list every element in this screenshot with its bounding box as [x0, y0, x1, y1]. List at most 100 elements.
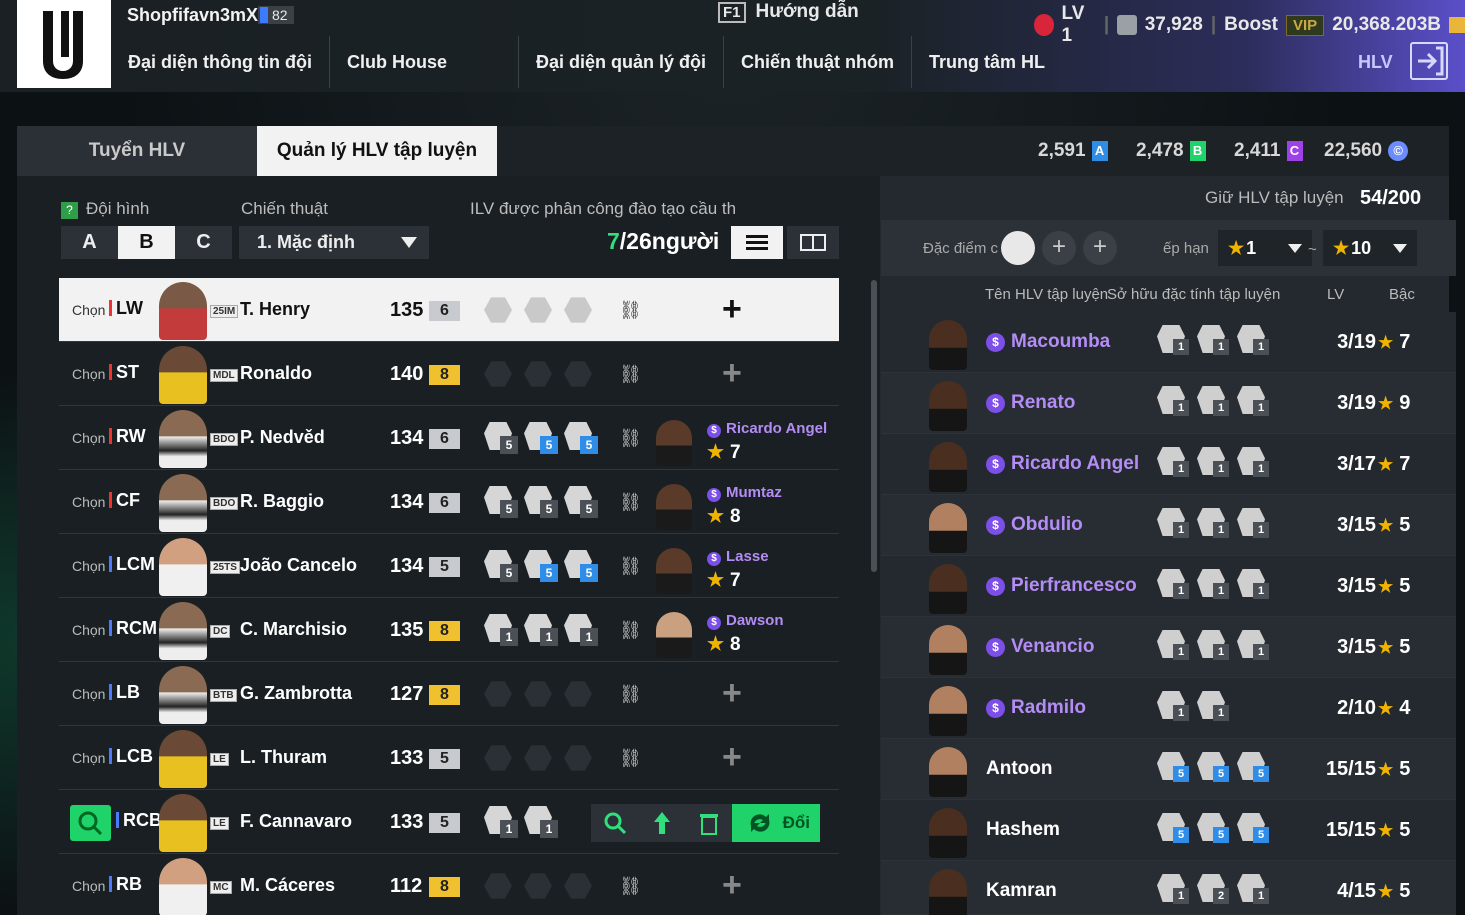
coach-row[interactable]: Antoon 5 5 5 15/15 ★ 5	[881, 739, 1456, 800]
coach-row[interactable]: Venancio1113/15★5	[881, 617, 1456, 678]
add-coach-button[interactable]: +	[722, 866, 742, 905]
coach-lv: 4/15	[1337, 880, 1376, 902]
coach-avatar	[929, 808, 967, 858]
add-coach-button[interactable]: +	[722, 738, 742, 777]
link-icon: ⛓	[619, 556, 642, 576]
player-name: T. Henry	[240, 299, 311, 319]
empty-trait-slot	[524, 745, 552, 771]
guide-label: Hướng dẫn	[755, 1, 859, 22]
trait-icon: 1	[1237, 630, 1275, 662]
menu-training-center[interactable]: Trung tâm HL	[912, 36, 1062, 88]
team-level-badge: 82	[258, 6, 294, 24]
coach-slot-value: 54/200	[1360, 187, 1422, 209]
player-ovr: 134	[390, 555, 424, 577]
position-label: CF	[109, 490, 140, 511]
help-icon[interactable]: ?	[61, 202, 78, 219]
season-badge: 25IM	[210, 305, 239, 318]
player-avatar	[159, 602, 207, 660]
search-button[interactable]	[70, 805, 111, 841]
swap-button[interactable]: Đổi	[732, 804, 820, 842]
coach-lv: 3/17	[1337, 453, 1376, 475]
empty-trait-slot	[564, 361, 592, 387]
empty-trait-slot	[564, 297, 592, 323]
tab-recruit-coach[interactable]: Tuyển HLV	[17, 126, 257, 176]
position-label: ST	[109, 362, 139, 383]
player-avatar	[159, 538, 207, 596]
formation-a[interactable]: A	[61, 226, 118, 259]
coach-row[interactable]: Obdulio1113/15★5	[881, 495, 1456, 556]
formation-c[interactable]: C	[175, 226, 232, 259]
player-avatar	[159, 282, 207, 340]
row-action-bar: Đổi	[591, 804, 821, 842]
choose-label: Chọn	[72, 558, 106, 574]
trait-icon: 1	[1197, 691, 1235, 723]
coach-rank: ★ 8	[707, 634, 741, 655]
menu-club-house[interactable]: Club House	[330, 36, 519, 88]
guide-button[interactable]: F1 Hướng dẫn	[718, 1, 859, 23]
main-menu: Đại diện thông tin đội Club House Đại di…	[111, 36, 1062, 88]
trait-icon: 5	[1157, 752, 1195, 784]
search-icon[interactable]	[591, 804, 638, 842]
trait-filter-icon[interactable]	[1001, 231, 1035, 265]
trait-icon: 1	[1157, 569, 1195, 601]
rank-from-select[interactable]: ★ 1	[1218, 230, 1312, 266]
chevron-down-icon	[1393, 244, 1407, 253]
add-trait-filter[interactable]: +	[1083, 231, 1117, 265]
trait-icon: 1	[1197, 447, 1235, 479]
player-name: P. Nedvěd	[240, 427, 325, 447]
add-coach-button[interactable]: +	[722, 354, 742, 393]
season-badge: BDO	[210, 497, 239, 510]
tactic-select[interactable]: 1. Mặc định	[239, 226, 429, 259]
choose-label: Chọn	[72, 750, 106, 766]
add-coach-button[interactable]: +	[722, 290, 742, 329]
tab-bar: Tuyển HLV Quản lý HLV tập luyện	[17, 126, 497, 176]
player-name: R. Baggio	[240, 491, 324, 511]
upgrade-icon[interactable]	[638, 804, 685, 842]
coach-row[interactable]: Pierfrancesco1113/15★5	[881, 556, 1456, 617]
coach-row[interactable]: Renato1113/19★9	[881, 373, 1456, 434]
choose-label: Chọn	[72, 430, 106, 446]
menu-tactics[interactable]: Chiến thuật nhóm	[724, 36, 912, 88]
player-row[interactable]: Chọn LW 25IM T. Henry 135 6 ⛓ +	[59, 278, 839, 342]
coach-row[interactable]: Hashem 5 5 5 15/15 ★ 5	[881, 800, 1456, 861]
player-row[interactable]: ChọnLCM 25TS João Cancelo1345 555 ⛓Lasse…	[59, 534, 839, 598]
formation-b[interactable]: B	[118, 226, 175, 259]
player-row[interactable]: Chọn ST MDL Ronaldo 140 8 ⛓ +	[59, 342, 839, 406]
exit-icon[interactable]	[1410, 42, 1448, 80]
menu-team-info[interactable]: Đại diện thông tin đội	[111, 36, 330, 88]
coach-rank: ★ 7	[707, 442, 741, 463]
col-traits: Sở hữu đặc tính tập luyện	[1107, 286, 1281, 303]
add-trait-filter[interactable]: +	[1042, 231, 1076, 265]
empty-trait-slot	[484, 745, 512, 771]
list-view-button[interactable]	[731, 226, 783, 259]
trait-icon: 1	[1157, 691, 1195, 723]
player-row[interactable]: Chọn LCB LE L. Thuram 133 5 ⛓ +	[59, 726, 839, 790]
coach-row[interactable]: Kamran 1 2 1 4/15 ★ 5	[881, 861, 1456, 915]
chevron-down-icon	[401, 237, 417, 248]
coach-name: Macoumba	[986, 331, 1110, 353]
coach-row[interactable]: Radmilo 11 2/10★4	[881, 678, 1456, 739]
player-row[interactable]: ChọnRW BDO P. Nedvěd1346 555 ⛓Ricardo An…	[59, 406, 839, 470]
player-row[interactable]: Chọn RB MC M. Cáceres 112 8 ⛓ +	[59, 854, 839, 915]
menu-team-manager[interactable]: Đại diện quản lý đội	[519, 36, 724, 88]
coach-lv: 3/19	[1337, 392, 1376, 414]
coach-row[interactable]: Macoumba1113/19★7	[881, 312, 1456, 373]
player-row[interactable]: ChọnCF BDO R. Baggio1346 555 ⛓Mumtaz★8	[59, 470, 839, 534]
player-ovr: 112	[390, 875, 423, 897]
pitch-view-button[interactable]	[787, 226, 839, 259]
rank-to-select[interactable]: ★ 10	[1323, 230, 1417, 266]
trait-icon: 1	[1197, 386, 1235, 418]
player-row[interactable]: ChọnRCM DC C. Marchisio1358 111 ⛓Dawson★…	[59, 598, 839, 662]
coach-slot-label: Giữ HLV tập luyện	[1205, 188, 1344, 207]
coach-row[interactable]: Ricardo Angel1113/17★7	[881, 434, 1456, 495]
scrollbar[interactable]	[871, 280, 877, 572]
add-coach-button[interactable]: +	[722, 674, 742, 713]
trash-icon[interactable]	[685, 804, 732, 842]
trait-icon: 1	[1197, 569, 1235, 601]
coach-avatar	[929, 320, 967, 370]
player-row[interactable]: Chọn LB BTB G. Zambrotta 127 8 ⛓ +	[59, 662, 839, 726]
choose-label: Chọn	[72, 494, 106, 510]
empty-trait-slot	[564, 873, 592, 899]
tab-manage-training-coach[interactable]: Quản lý HLV tập luyện	[257, 126, 497, 176]
trait-icon: 2	[1197, 874, 1235, 906]
